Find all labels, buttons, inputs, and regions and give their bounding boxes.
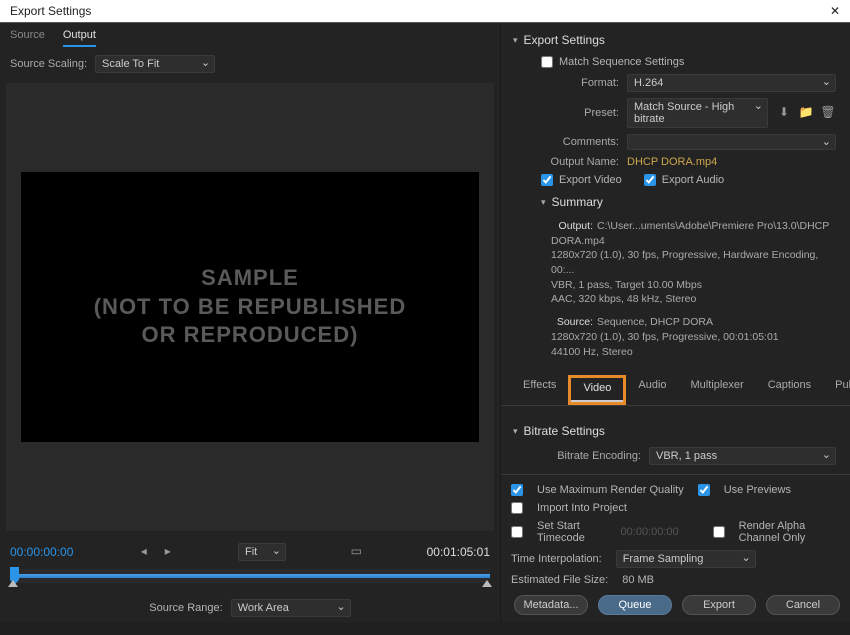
preview-tabs: Source Output (0, 23, 500, 47)
format-dropdown[interactable]: H.264 (627, 74, 836, 92)
tab-effects[interactable]: Effects (511, 375, 568, 405)
source-range-dropdown[interactable]: Work Area (231, 599, 351, 617)
window-title: Export Settings (10, 4, 91, 18)
chevron-down-icon: ▾ (541, 197, 546, 208)
export-audio-checkbox[interactable] (644, 174, 656, 186)
close-icon[interactable]: ✕ (830, 4, 840, 18)
title-bar: Export Settings ✕ (0, 0, 850, 23)
summary-source: Source:Sequence, DHCP DORA 1280x720 (1.0… (505, 311, 846, 363)
time-interpolation-dropdown[interactable]: Frame Sampling (616, 550, 756, 568)
scaling-dropdown[interactable]: Scale To Fit (95, 55, 215, 73)
metadata-button[interactable]: Metadata... (514, 595, 588, 615)
next-frame-icon[interactable]: ▸ (160, 544, 176, 560)
aspect-icon[interactable]: ▭ (348, 544, 364, 560)
tab-output[interactable]: Output (63, 29, 96, 47)
preview-frame: SAMPLE (NOT TO BE REPUBLISHED OR REPRODU… (21, 172, 479, 442)
import-preset-icon[interactable]: 📁 (798, 105, 814, 121)
tab-video[interactable]: Video (571, 378, 623, 402)
tab-audio[interactable]: Audio (626, 375, 678, 405)
tab-multiplexer[interactable]: Multiplexer (679, 375, 756, 405)
source-range-label: Source Range: (149, 602, 222, 614)
estimated-file-size: 80 MB (622, 574, 654, 586)
media-tabs: Effects Video Audio Multiplexer Captions… (501, 369, 850, 406)
queue-button[interactable]: Queue (598, 595, 672, 615)
tab-publish[interactable]: Publish (823, 375, 850, 405)
bitrate-settings-header[interactable]: ▾ Bitrate Settings (505, 418, 846, 444)
chevron-down-icon: ▾ (513, 35, 518, 46)
delete-preset-icon[interactable]: 🗑 (820, 105, 836, 121)
tab-captions[interactable]: Captions (756, 375, 823, 405)
timeline-slider[interactable] (10, 569, 490, 583)
set-start-tc-checkbox[interactable] (511, 526, 523, 538)
scaling-row: Source Scaling: Scale To Fit (0, 47, 500, 81)
use-previews-checkbox[interactable] (698, 484, 710, 496)
summary-output: Output:C:\User...uments\Adobe\Premiere P… (505, 215, 846, 311)
cancel-button[interactable]: Cancel (766, 595, 840, 615)
output-name-link[interactable]: DHCP DORA.mp4 (627, 156, 717, 168)
chevron-down-icon: ▾ (513, 426, 518, 437)
tab-video-highlight: Video (568, 375, 626, 405)
summary-header[interactable]: ▾ Summary (505, 189, 846, 215)
tab-source[interactable]: Source (10, 29, 45, 47)
bitrate-encoding-dropdown[interactable]: VBR, 1 pass (649, 447, 836, 465)
preview-area: SAMPLE (NOT TO BE REPUBLISHED OR REPRODU… (6, 83, 494, 531)
scaling-label: Source Scaling: (10, 58, 87, 70)
fit-dropdown[interactable]: Fit (238, 543, 286, 561)
render-alpha-checkbox[interactable] (713, 526, 725, 538)
comments-input[interactable] (627, 134, 836, 150)
prev-frame-icon[interactable]: ◂ (136, 544, 152, 560)
left-panel: Source Output Source Scaling: Scale To F… (0, 23, 500, 623)
total-time: 00:01:05:01 (427, 545, 490, 559)
export-settings-header[interactable]: ▾ Export Settings (505, 27, 846, 53)
preset-dropdown[interactable]: Match Source - High bitrate (627, 98, 768, 128)
export-button[interactable]: Export (682, 595, 756, 615)
match-sequence-checkbox[interactable] (541, 56, 553, 68)
current-time[interactable]: 00:00:00:00 (10, 545, 73, 559)
max-render-quality-checkbox[interactable] (511, 484, 523, 496)
bottom-options: Use Maximum Render Quality Use Previews … (501, 474, 850, 623)
save-preset-icon[interactable]: ⬇ (776, 105, 792, 121)
sample-watermark: SAMPLE (NOT TO BE REPUBLISHED OR REPRODU… (94, 264, 407, 350)
export-video-checkbox[interactable] (541, 174, 553, 186)
import-project-checkbox[interactable] (511, 502, 523, 514)
